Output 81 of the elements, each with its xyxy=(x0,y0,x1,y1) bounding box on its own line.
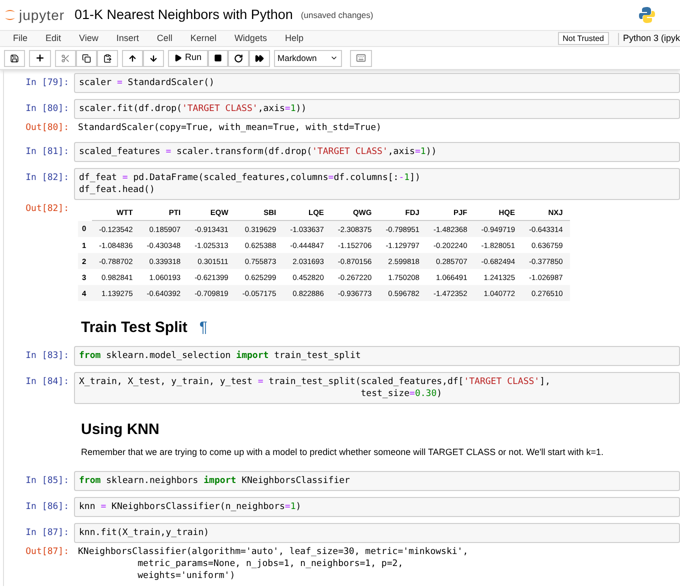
output-line: StandardScaler(copy=True, with_mean=True, with_std=True) xyxy=(78,122,382,134)
output-line: weights='uniform') xyxy=(136,570,236,582)
clipboard-icon xyxy=(103,54,112,62)
keyboard-icon xyxy=(356,53,366,63)
restart-icon xyxy=(234,54,243,62)
code-cell[interactable]: from sklearn.neighbors import KNeighborsClassifier xyxy=(74,471,680,491)
output-prompt: Out[80]: xyxy=(26,122,69,135)
stop-icon xyxy=(214,54,222,62)
input-prompt: In [87]: xyxy=(26,527,69,540)
menu-item[interactable]: View xyxy=(70,32,108,46)
paste-button[interactable] xyxy=(97,50,118,66)
code-line: X_train, X_test, y_train, y_test = train_test_split(scaled_features,df['TARGET CLASS'], xyxy=(79,376,552,388)
code-cell[interactable]: df_feat = pd.DataFrame(scaled_features,columns=df.columns[:-1]) df_feat.head() xyxy=(74,168,680,200)
save-icon xyxy=(10,54,19,62)
play-icon xyxy=(174,54,182,62)
input-prompt: In [81]: xyxy=(26,146,69,159)
output-prompt: Out[82]: xyxy=(26,203,69,216)
code-cell[interactable]: X_train, X_test, y_train, y_test = train_test_split(scaled_features,df['TARGET CLASS'], test_size=0.30) xyxy=(74,372,680,404)
arrow-up-icon xyxy=(128,54,137,62)
code-line: knn.fit(X_train,y_train) xyxy=(79,527,210,539)
code-cell[interactable]: scaler.fit(df.drop('TARGET CLASS',axis=1)) xyxy=(74,99,680,119)
plus-icon xyxy=(35,53,45,63)
output-line: metric_params=None, n_jobs=1, n_neighbors=1, p=2, xyxy=(136,558,404,570)
code-line: scaler.fit(df.drop('TARGET CLASS',axis=1)) xyxy=(79,103,308,115)
code-cell[interactable]: knn = KNeighborsClassifier(n_neighbors=1) xyxy=(74,497,680,517)
input-prompt: In [83]: xyxy=(26,350,69,363)
stop-button[interactable] xyxy=(208,50,228,66)
chevron-down-icon xyxy=(330,54,338,62)
code-line: df_feat.head() xyxy=(79,184,156,196)
copy-icon xyxy=(82,54,91,62)
restart-button[interactable] xyxy=(228,50,249,66)
scissors-icon xyxy=(61,54,70,62)
code-cell[interactable]: from sklearn.model_selection import train_test_split xyxy=(74,346,680,366)
code-line: from sklearn.model_selection import train_test_split xyxy=(79,350,362,362)
input-prompt: In [86]: xyxy=(26,501,69,514)
menu-item[interactable]: Widgets xyxy=(225,32,276,46)
cut-button[interactable] xyxy=(55,50,76,66)
input-prompt: In [84]: xyxy=(26,376,69,389)
jupyter-arcs-icon xyxy=(4,8,16,22)
copy-button[interactable] xyxy=(76,50,97,66)
notebook-title[interactable]: 01-K Nearest Neighbors with Python xyxy=(74,4,293,26)
input-prompt: In [79]: xyxy=(26,77,69,90)
section-heading: Train Test Split xyxy=(81,319,188,337)
run-button[interactable]: Run xyxy=(168,50,208,66)
input-prompt: In [85]: xyxy=(26,475,69,488)
code-line: knn = KNeighborsClassifier(n_neighbors=1) xyxy=(79,501,302,513)
menu-item[interactable]: Edit xyxy=(36,32,70,46)
move-up-button[interactable] xyxy=(122,50,143,66)
code-cell[interactable]: scaled_features = scaler.transform(df.drop('TARGET CLASS',axis=1)) xyxy=(74,142,680,162)
save-button[interactable] xyxy=(4,50,25,66)
cell-type-dropdown[interactable]: Markdown xyxy=(274,50,342,66)
input-prompt: In [80]: xyxy=(26,103,69,116)
section-heading: Using KNN xyxy=(81,421,160,439)
kernel-name: Python 3 (ipyk xyxy=(622,32,680,45)
menu-item[interactable]: Insert xyxy=(107,32,148,46)
code-cell[interactable]: scaler = StandardScaler() xyxy=(74,73,680,93)
paragraph: Remember that we are trying to come up with a model to predict whether someone will TARGET CLASS or not. We'll start with k=1. xyxy=(81,447,604,457)
code-line: scaled_features = scaler.transform(df.drop('TARGET CLASS',axis=1)) xyxy=(79,146,438,158)
output-line: KNeighborsClassifier(algorithm='auto', leaf_size=30, metric='minkowski', xyxy=(78,546,470,558)
input-prompt: In [82]: xyxy=(26,172,69,185)
menu-item[interactable]: Help xyxy=(276,32,312,46)
menu-item[interactable]: File xyxy=(4,32,37,46)
menu-item[interactable]: Cell xyxy=(148,32,182,46)
fast-forward-icon xyxy=(254,54,264,62)
code-cell[interactable]: knn.fit(X_train,y_train) xyxy=(74,523,680,543)
arrow-down-icon xyxy=(149,54,158,62)
python-logo-icon xyxy=(638,6,656,24)
code-line: scaler = StandardScaler() xyxy=(79,77,216,89)
output-prompt: Out[87]: xyxy=(26,546,69,559)
code-line: df_feat = pd.DataFrame(scaled_features,columns=df.columns[:-1]) xyxy=(79,172,422,184)
add-cell-button[interactable] xyxy=(29,50,51,66)
code-line: from sklearn.neighbors import KNeighborsClassifier xyxy=(79,475,351,487)
trust-button[interactable]: Not Trusted xyxy=(558,32,609,45)
save-status: (unsaved changes) xyxy=(300,8,374,22)
keyboard-button[interactable] xyxy=(350,50,372,66)
jupyter-logo[interactable]: jupyter xyxy=(4,4,65,26)
run-all-button[interactable] xyxy=(248,50,270,66)
code-line: test_size=0.30) xyxy=(360,388,444,400)
move-down-button[interactable] xyxy=(143,50,164,66)
anchor-link[interactable]: ¶ xyxy=(199,319,208,337)
menu-item[interactable]: Kernel xyxy=(181,32,226,46)
